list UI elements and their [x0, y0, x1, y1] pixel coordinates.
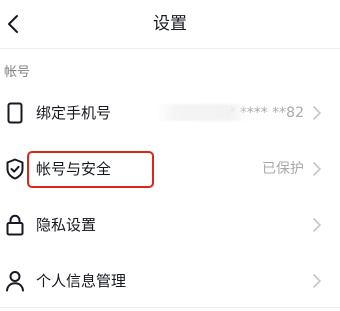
shield-check-icon: [4, 157, 26, 181]
section-label: 帐号: [4, 65, 31, 80]
header-divider: [0, 48, 340, 49]
personal-info-label: 个人信息管理: [36, 272, 127, 290]
privacy-settings-label: 隐私设置: [36, 216, 97, 234]
chevron-right-icon: [313, 274, 321, 288]
chevron-right-icon: [313, 162, 321, 176]
bind-phone-label: 绑定手机号: [36, 104, 112, 122]
lock-icon: [4, 213, 26, 237]
chevron-right-icon: [313, 106, 321, 120]
phone-icon: [4, 101, 26, 125]
list-bottom-divider: [0, 307, 340, 308]
account-security-label: 帐号与安全: [36, 160, 112, 178]
account-security-item[interactable]: 帐号与安全 已保护: [0, 142, 340, 196]
header: 设置: [0, 0, 340, 48]
personal-info-item[interactable]: 个人信息管理: [0, 254, 340, 308]
bind-phone-item[interactable]: 绑定手机号 +86 13* **** **82: [0, 86, 340, 140]
security-status-value: 已保护: [262, 161, 304, 177]
page-title: 设置: [153, 14, 187, 34]
phone-privacy-mask: [156, 104, 248, 121]
chevron-right-icon: [313, 218, 321, 232]
person-icon: [4, 269, 26, 293]
privacy-settings-item[interactable]: 隐私设置: [0, 198, 340, 252]
